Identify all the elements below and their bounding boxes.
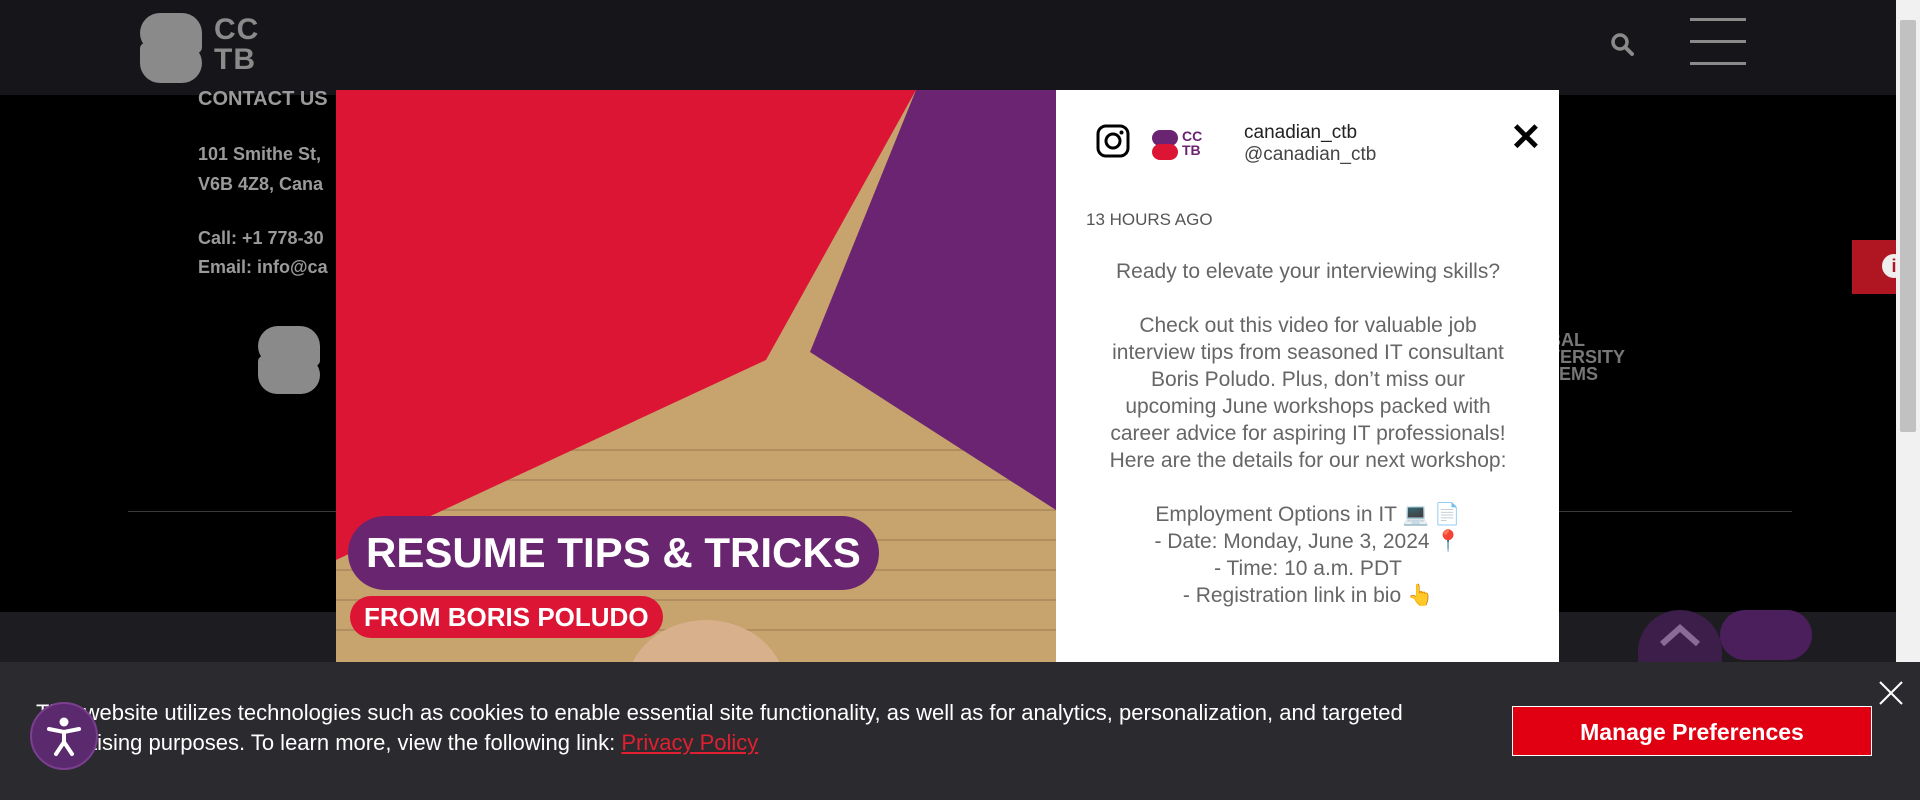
- accessibility-icon: [47, 717, 81, 756]
- post-caption: Ready to elevate your interviewing skill…: [1108, 258, 1508, 609]
- manage-preferences-button[interactable]: Manage Preferences: [1512, 706, 1872, 756]
- chat-bubble[interactable]: [1720, 610, 1812, 660]
- scroll-to-top-button[interactable]: [1638, 610, 1722, 670]
- caption-line-2: - Date: Monday, June 3, 2024 📍: [1154, 530, 1462, 553]
- cookie-message: This website utilizes technologies such …: [36, 698, 1456, 758]
- instagram-icon[interactable]: [1096, 124, 1130, 158]
- contact-heading: CONTACT US: [198, 88, 328, 110]
- site-header: CC TB: [0, 0, 1896, 95]
- caption-line-3: - Time: 10 a.m. PDT: [1214, 557, 1402, 580]
- logo-text-line2: TB: [214, 43, 256, 76]
- partner-logo: BAL VERSITY TEMS: [1548, 331, 1625, 383]
- site-logo[interactable]: CC TB: [140, 13, 270, 85]
- post-image: RESUME TIPS & TRICKS FROM BORIS POLUDO: [336, 90, 1056, 662]
- logo-text-line1: CC: [214, 13, 260, 46]
- chevron-up-icon: [1660, 623, 1700, 647]
- close-icon[interactable]: ✕: [1510, 118, 1542, 158]
- info-tab[interactable]: i: [1852, 240, 1906, 294]
- privacy-policy-link[interactable]: Privacy Policy: [621, 730, 758, 755]
- account-name[interactable]: canadian_ctb: [1244, 122, 1357, 144]
- address-line1: 101 Smithe St,: [198, 144, 322, 164]
- avatar-text: CC TB: [1182, 129, 1202, 157]
- logo-mark-bottom: [140, 43, 202, 83]
- image-subheadline: FROM BORIS POLUDO: [350, 596, 663, 638]
- caption-paragraph-1: Ready to elevate your interviewing skill…: [1115, 260, 1501, 283]
- image-headline: RESUME TIPS & TRICKS: [348, 516, 879, 590]
- account-avatar[interactable]: CC TB: [1152, 128, 1208, 162]
- avatar-text-line2: TB: [1182, 142, 1201, 158]
- post-timestamp: 13 HOURS AGO: [1086, 210, 1213, 229]
- logo-text: CC TB: [214, 15, 259, 75]
- caption-paragraph-2: Check out this video for valuable job in…: [1109, 314, 1507, 472]
- hamburger-icon[interactable]: [1690, 16, 1746, 68]
- footer-logo: [258, 326, 322, 394]
- scrollbar-thumb[interactable]: [1900, 20, 1916, 432]
- address-line2: V6B 4Z8, Cana: [198, 174, 324, 194]
- phone-link[interactable]: Call: +1 778-30: [198, 228, 324, 249]
- caption-line-1: Employment Options in IT 💻 📄: [1155, 503, 1461, 526]
- search-icon[interactable]: [1610, 32, 1636, 58]
- caption-line-4: - Registration link in bio 👆: [1182, 584, 1434, 607]
- post-details-panel: CC TB canadian_ctb @canadian_ctb ✕ 13 HOU…: [1056, 90, 1559, 662]
- accessibility-button[interactable]: [30, 702, 98, 770]
- account-handle[interactable]: @canadian_ctb: [1244, 144, 1376, 166]
- cookie-banner: This website utilizes technologies such …: [0, 662, 1920, 800]
- close-icon[interactable]: [1876, 678, 1906, 708]
- email-link[interactable]: Email: info@ca: [198, 257, 328, 278]
- instagram-post-modal: RESUME TIPS & TRICKS FROM BORIS POLUDO C…: [336, 90, 1559, 662]
